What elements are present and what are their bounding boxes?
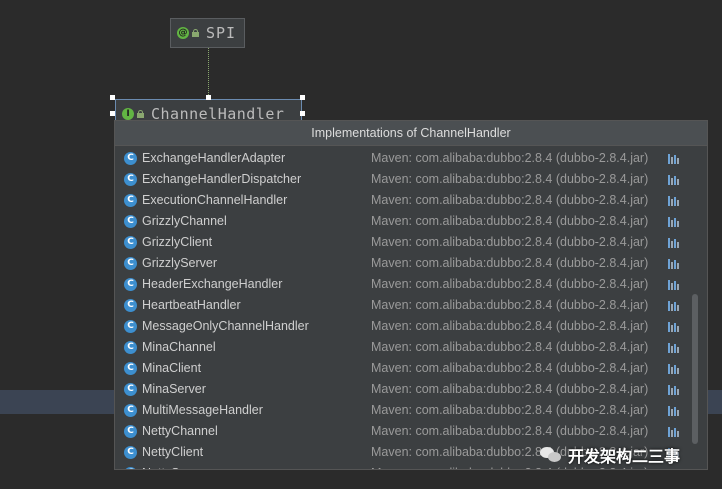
implementations-popup[interactable]: Implementations of ChannelHandler C Excha… bbox=[114, 120, 708, 470]
class-name: HeaderExchangeHandler bbox=[142, 277, 283, 291]
inheritance-edge bbox=[208, 48, 209, 99]
library-location: Maven: com.alibaba:dubbo:2.8.4 (dubbo-2.… bbox=[371, 382, 649, 396]
implementation-row[interactable]: C MessageOnlyChannelHandler Maven: com.ali… bbox=[115, 316, 707, 337]
class-icon: C bbox=[124, 446, 137, 459]
class-icon: C bbox=[124, 278, 137, 291]
class-icon: C bbox=[124, 320, 137, 333]
library-location: Maven: com.alibaba:dubbo:2.8.4 (dubbo-2.… bbox=[371, 277, 649, 291]
jar-library-icon bbox=[668, 469, 680, 470]
jar-library-icon bbox=[668, 217, 680, 227]
selection-handle[interactable] bbox=[110, 111, 115, 116]
jar-library-icon bbox=[668, 301, 680, 311]
implementation-row[interactable]: C MinaServer Maven: com.alibaba:dubbo:2.8.… bbox=[115, 379, 707, 400]
implementation-row[interactable]: C MultiMessageHandler Maven: com.alibaba:d… bbox=[115, 400, 707, 421]
library-location: Maven: com.alibaba:dubbo:2.8.4 (dubbo-2.… bbox=[371, 298, 649, 312]
selection-handle[interactable] bbox=[206, 95, 211, 100]
implementation-row[interactable]: C MinaChannel Maven: com.alibaba:dubbo:2.8… bbox=[115, 337, 707, 358]
class-name: NettyClient bbox=[142, 445, 204, 459]
library-location: Maven: com.alibaba:dubbo:2.8.4 (dubbo-2.… bbox=[371, 403, 649, 417]
implementation-row[interactable]: C ExchangeHandlerAdapter Maven: com.alibab… bbox=[115, 148, 707, 169]
class-name: HeartbeatHandler bbox=[142, 298, 241, 312]
spi-annotation-node[interactable]: @ SPI bbox=[170, 18, 245, 48]
jar-library-icon bbox=[668, 385, 680, 395]
implementation-row[interactable]: C HeartbeatHandler Maven: com.alibaba:dubb… bbox=[115, 295, 707, 316]
lock-icon bbox=[137, 110, 144, 118]
watermark: 开发架构二三事 bbox=[540, 443, 680, 467]
class-name: MinaChannel bbox=[142, 340, 216, 354]
library-location: Maven: com.alibaba:dubbo:2.8.4 (dubbo-2.… bbox=[371, 256, 649, 270]
implementation-row[interactable]: C MinaClient Maven: com.alibaba:dubbo:2.8.… bbox=[115, 358, 707, 379]
jar-library-icon bbox=[668, 322, 680, 332]
class-icon: C bbox=[124, 299, 137, 312]
selection-handle[interactable] bbox=[110, 95, 115, 100]
class-icon: C bbox=[124, 341, 137, 354]
class-icon: C bbox=[124, 467, 137, 469]
jar-library-icon bbox=[668, 238, 680, 248]
class-name: ExecutionChannelHandler bbox=[142, 193, 288, 207]
selection-handle[interactable] bbox=[300, 95, 305, 100]
lock-icon bbox=[192, 29, 199, 37]
library-location: Maven: com.alibaba:dubbo:2.8.4 (dubbo-2.… bbox=[371, 319, 649, 333]
implementation-row[interactable]: C GrizzlyChannel Maven: com.alibaba:dubbo:… bbox=[115, 211, 707, 232]
jar-library-icon bbox=[668, 175, 680, 185]
implementation-row[interactable]: C ExchangeHandlerDispatcher Maven: com.ali… bbox=[115, 169, 707, 190]
jar-library-icon bbox=[668, 259, 680, 269]
implementation-row[interactable]: C GrizzlyClient Maven: com.alibaba:dubbo:2… bbox=[115, 232, 707, 253]
class-icon: C bbox=[124, 173, 137, 186]
implementations-list[interactable]: C ExchangeHandlerAdapter Maven: com.alibab… bbox=[115, 146, 707, 470]
class-icon: C bbox=[124, 215, 137, 228]
class-name: MinaClient bbox=[142, 361, 202, 375]
jar-library-icon bbox=[668, 364, 680, 374]
library-location: Maven: com.alibaba:dubbo:2.8.4 (dubbo-2.… bbox=[371, 214, 649, 228]
class-icon: C bbox=[124, 383, 137, 396]
library-location: Maven: com.alibaba:dubbo:2.8.4 (dubbo-2.… bbox=[371, 361, 649, 375]
class-icon: C bbox=[124, 257, 137, 270]
jar-library-icon bbox=[668, 280, 680, 290]
class-icon: C bbox=[124, 425, 137, 438]
class-icon: C bbox=[124, 152, 137, 165]
library-location: Maven: com.alibaba:dubbo:2.8.4 (dubbo-2.… bbox=[371, 193, 649, 207]
wechat-icon bbox=[540, 446, 562, 464]
class-name: MessageOnlyChannelHandler bbox=[142, 319, 309, 333]
jar-library-icon bbox=[668, 196, 680, 206]
class-name: ExchangeHandlerAdapter bbox=[142, 151, 286, 165]
library-location: Maven: com.alibaba:dubbo:2.8.4 (dubbo-2.… bbox=[371, 172, 649, 186]
implementation-row[interactable]: C HeaderExchangeHandler Maven: com.alibaba… bbox=[115, 274, 707, 295]
selection-handle[interactable] bbox=[300, 111, 305, 116]
class-name: NettyServer bbox=[142, 463, 208, 469]
class-icon: C bbox=[124, 194, 137, 207]
jar-library-icon bbox=[668, 154, 680, 164]
class-icon: C bbox=[124, 236, 137, 249]
class-name: GrizzlyClient bbox=[142, 235, 213, 249]
annotation-icon: @ bbox=[177, 27, 189, 39]
watermark-text: 开发架构二三事 bbox=[568, 447, 681, 466]
library-location: Maven: com.alibaba:dubbo:2.8.4 (dubbo-2.… bbox=[371, 424, 649, 438]
library-location: Maven: com.alibaba:dubbo:2.8.4 (dubbo-2.… bbox=[371, 235, 649, 249]
class-icon: C bbox=[124, 362, 137, 375]
popup-title: Implementations of ChannelHandler bbox=[115, 121, 707, 146]
class-icon: C bbox=[124, 404, 137, 417]
library-location: Maven: com.alibaba:dubbo:2.8.4 (dubbo-2.… bbox=[371, 340, 649, 354]
node-label: SPI bbox=[206, 24, 237, 42]
jar-library-icon bbox=[668, 427, 680, 437]
interface-icon: I bbox=[122, 108, 134, 120]
class-name: ExchangeHandlerDispatcher bbox=[142, 172, 302, 186]
jar-library-icon bbox=[668, 406, 680, 416]
implementation-row[interactable]: C GrizzlyServer Maven: com.alibaba:dubbo:2… bbox=[115, 253, 707, 274]
implementation-row[interactable]: C ExecutionChannelHandler Maven: com.aliba… bbox=[115, 190, 707, 211]
class-name: MultiMessageHandler bbox=[142, 403, 263, 417]
class-name: MinaServer bbox=[142, 382, 206, 396]
library-location: Maven: com.alibaba:dubbo:2.8.4 (dubbo-2.… bbox=[371, 151, 649, 165]
class-name: GrizzlyServer bbox=[142, 256, 218, 270]
jar-library-icon bbox=[668, 343, 680, 353]
scrollbar-thumb[interactable] bbox=[692, 294, 698, 444]
implementation-row[interactable]: C NettyChannel Maven: com.alibaba:dubbo:2.… bbox=[115, 421, 707, 442]
class-name: NettyChannel bbox=[142, 424, 218, 438]
class-name: GrizzlyChannel bbox=[142, 214, 227, 228]
diagram-canvas: @ SPI I ChannelHandler Implementations o… bbox=[0, 0, 722, 489]
